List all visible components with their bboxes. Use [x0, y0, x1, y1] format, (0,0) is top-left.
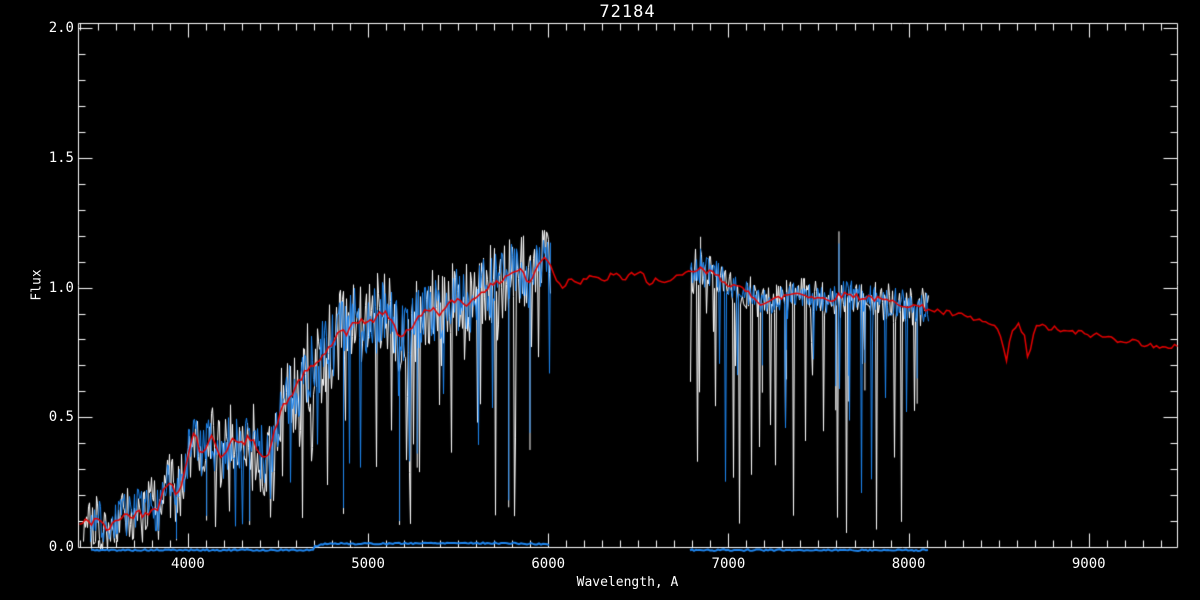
y-tick-label: 1.0 — [0, 281, 74, 295]
x-tick-label: 6000 — [531, 557, 565, 571]
spectrum-plot: 72184 Wavelength, A Flux 400050006000700… — [0, 0, 1200, 600]
y-tick-label: 0.5 — [0, 410, 74, 424]
y-tick-label: 1.5 — [0, 151, 74, 165]
x-tick-label: 7000 — [712, 557, 746, 571]
x-tick-label: 4000 — [171, 557, 205, 571]
y-tick-label: 0.0 — [0, 540, 74, 554]
plot-title: 72184 — [78, 2, 1177, 22]
y-tick-label: 2.0 — [0, 21, 74, 35]
x-axis-title: Wavelength, A — [78, 575, 1177, 590]
x-tick-label: 5000 — [351, 557, 385, 571]
x-tick-label: 9000 — [1072, 557, 1106, 571]
spectrum-canvas — [0, 0, 1200, 600]
x-tick-label: 8000 — [892, 557, 926, 571]
